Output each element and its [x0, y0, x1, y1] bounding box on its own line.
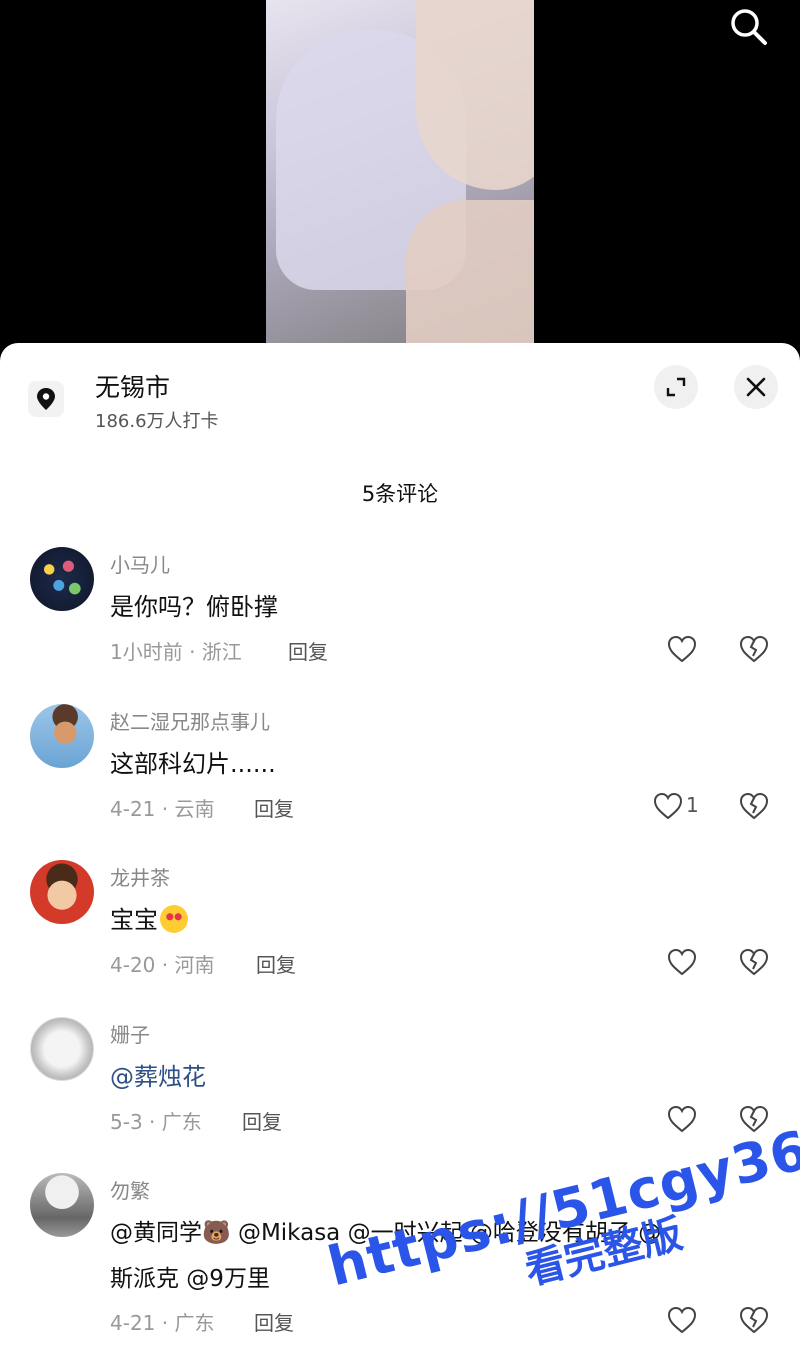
reply-button[interactable]: 回复	[242, 1106, 282, 1135]
heart-icon[interactable]	[666, 1305, 698, 1335]
comment-author[interactable]: 赵二湿兄那点事儿	[110, 706, 270, 735]
avatar[interactable]	[30, 860, 94, 924]
location-title[interactable]: 无锡市	[95, 368, 170, 404]
comment-author[interactable]: 小马儿	[110, 549, 170, 578]
location-pin-icon	[28, 381, 64, 417]
comment-text: @葬烛花	[110, 1057, 206, 1092]
comment-count: 5条评论	[361, 482, 439, 506]
broken-heart-icon[interactable]	[738, 634, 770, 664]
comment-meta: 4-21 · 广东	[110, 1311, 215, 1335]
heart-icon[interactable]	[666, 634, 698, 664]
comment-text: 宝宝	[110, 900, 188, 935]
video-area[interactable]	[0, 0, 800, 345]
comment-text[interactable]: 斯派克 @9万里	[110, 1259, 270, 1293]
comment-meta: 5-3 · 广东	[110, 1110, 202, 1134]
broken-heart-icon[interactable]	[738, 791, 770, 821]
comment-author[interactable]: 勿繁	[110, 1175, 150, 1204]
comment-meta: 4-20 · 河南	[110, 953, 215, 977]
reply-button[interactable]: 回复	[254, 793, 294, 822]
mention-link[interactable]: @葬烛花	[110, 1063, 206, 1091]
comment-text: 这部科幻片......	[110, 750, 276, 778]
like-count: 1	[686, 793, 699, 817]
avatar[interactable]	[30, 1017, 94, 1081]
comment-author[interactable]: 龙井茶	[110, 862, 170, 891]
avatar[interactable]	[30, 1173, 94, 1237]
close-icon[interactable]	[734, 365, 778, 409]
broken-heart-icon[interactable]	[738, 1305, 770, 1335]
reply-button[interactable]: 回复	[288, 636, 328, 665]
broken-heart-icon[interactable]	[738, 947, 770, 977]
reply-button[interactable]: 回复	[256, 949, 296, 978]
search-icon[interactable]	[728, 6, 770, 48]
comment-text: 是你吗？俯卧撑	[110, 593, 278, 621]
video-thumbnail[interactable]	[266, 0, 534, 345]
expand-icon[interactable]	[654, 365, 698, 409]
comment-meta: 1小时前 · 浙江	[110, 640, 242, 664]
location-checkins: 186.6万人打卡	[95, 411, 219, 432]
avatar[interactable]	[30, 547, 94, 611]
heart-eyes-emoji-icon	[160, 905, 188, 933]
video-content-shape	[406, 200, 534, 345]
comment-author[interactable]: 姗子	[110, 1019, 150, 1048]
heart-icon[interactable]	[652, 791, 684, 821]
avatar[interactable]	[30, 704, 94, 768]
comment-text-value: 宝宝	[110, 906, 158, 934]
reply-button[interactable]: 回复	[254, 1307, 294, 1336]
heart-icon[interactable]	[666, 947, 698, 977]
comment-meta: 4-21 · 云南	[110, 797, 215, 821]
